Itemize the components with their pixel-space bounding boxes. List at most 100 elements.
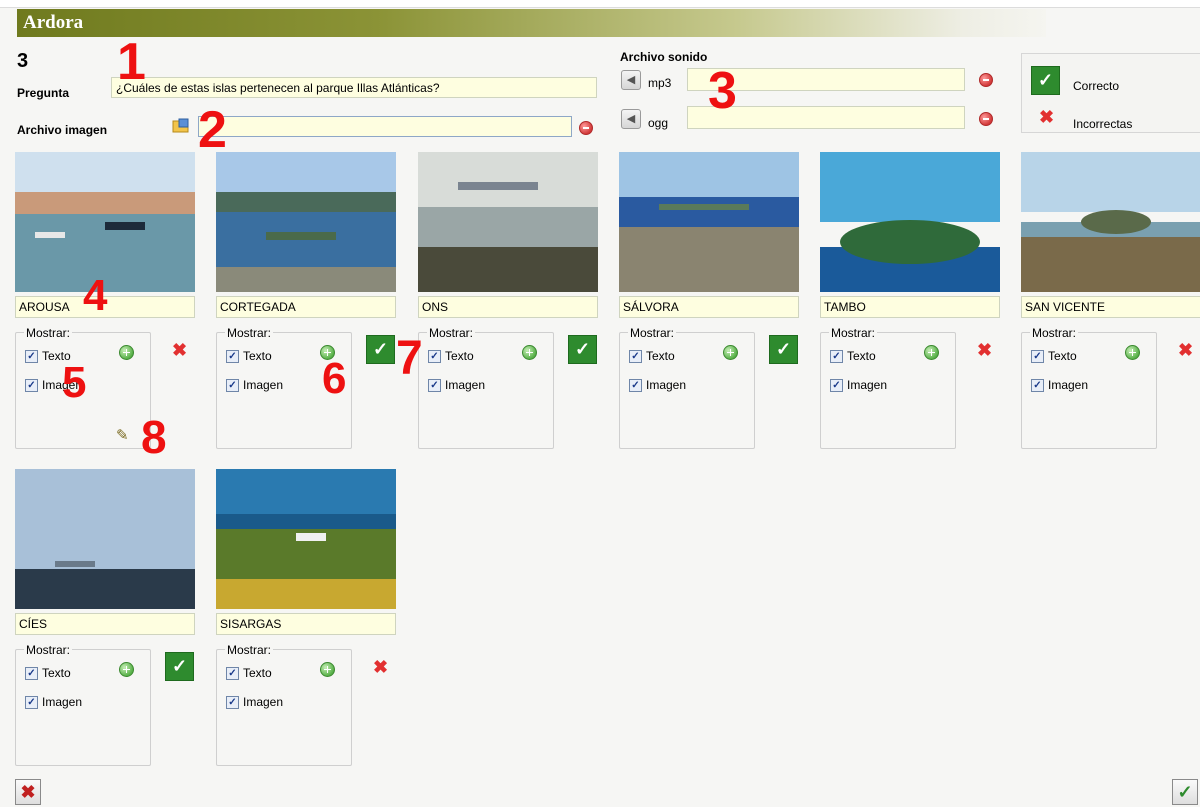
answer-status-toggle[interactable]: ✓ — [769, 335, 798, 364]
cross-icon[interactable]: ✖ — [1178, 341, 1193, 359]
check-icon[interactable]: ✓ — [366, 335, 395, 364]
show-image-option[interactable]: ✓ Imagen — [25, 695, 82, 709]
edit-pencil-icon[interactable]: ✎ — [116, 426, 129, 444]
show-image-checkbox[interactable]: ✓ — [25, 378, 38, 392]
answer-card: CÍES Mostrar: ✓ Texto ✓ Imagen ✓ — [15, 469, 197, 769]
show-text-checkbox[interactable]: ✓ — [226, 349, 239, 363]
answer-card: SÁLVORA Mostrar: ✓ Texto ✓ Imagen ✓ — [619, 152, 801, 452]
answer-status-toggle[interactable]: ✖ — [1171, 335, 1200, 364]
speaker-icon[interactable]: ◀ — [621, 109, 641, 129]
check-icon[interactable]: ✓ — [769, 335, 798, 364]
answer-name-input[interactable]: SISARGAS — [216, 613, 396, 635]
show-image-option[interactable]: ✓ Imagen — [629, 378, 686, 392]
cancel-button[interactable]: ✖ — [15, 779, 41, 805]
annotation-number: 7 — [396, 332, 423, 385]
island-photo[interactable] — [418, 152, 598, 292]
answer-name-input[interactable]: CORTEGADA — [216, 296, 396, 318]
show-image-checkbox[interactable]: ✓ — [226, 378, 239, 392]
show-image-label: Imagen — [847, 378, 888, 392]
show-options-legend: Mostrar: — [1030, 326, 1079, 340]
check-icon[interactable]: ✓ — [165, 652, 194, 681]
show-image-option[interactable]: ✓ Imagen — [1031, 378, 1088, 392]
remove-image-icon[interactable] — [579, 121, 593, 135]
speaker-icon[interactable]: ◀ — [621, 70, 641, 90]
show-text-checkbox[interactable]: ✓ — [226, 666, 239, 680]
island-photo[interactable] — [15, 469, 195, 609]
answer-status-toggle[interactable]: ✓ — [568, 335, 597, 364]
show-image-option[interactable]: ✓ Imagen — [830, 378, 887, 392]
show-text-checkbox[interactable]: ✓ — [25, 666, 38, 680]
show-image-checkbox[interactable]: ✓ — [1031, 378, 1044, 392]
add-icon[interactable] — [522, 345, 537, 360]
add-icon[interactable] — [320, 662, 335, 677]
show-image-checkbox[interactable]: ✓ — [428, 378, 441, 392]
image-file-input[interactable] — [198, 116, 572, 137]
remove-mp3-icon[interactable] — [979, 73, 993, 87]
check-icon[interactable]: ✓ — [568, 335, 597, 364]
answer-status-toggle[interactable]: ✖ — [165, 335, 194, 364]
add-icon[interactable] — [1125, 345, 1140, 360]
show-text-option[interactable]: ✓ Texto — [226, 666, 272, 680]
show-text-checkbox[interactable]: ✓ — [830, 349, 843, 363]
show-options-legend: Mostrar: — [628, 326, 677, 340]
show-text-checkbox[interactable]: ✓ — [25, 349, 38, 363]
island-photo[interactable] — [216, 152, 396, 292]
annotation-number: 1 — [117, 33, 146, 91]
show-text-checkbox[interactable]: ✓ — [1031, 349, 1044, 363]
accept-button[interactable]: ✓ — [1172, 779, 1198, 805]
image-file-label: Archivo imagen — [17, 123, 108, 137]
mp3-label: mp3 — [648, 76, 672, 90]
add-icon[interactable] — [119, 662, 134, 677]
answer-status-toggle[interactable]: ✓ — [165, 652, 194, 681]
island-photo[interactable] — [216, 469, 396, 609]
correct-label: Correcto — [1073, 79, 1120, 93]
show-image-checkbox[interactable]: ✓ — [629, 378, 642, 392]
show-text-option[interactable]: ✓ Texto — [226, 349, 272, 363]
add-icon[interactable] — [924, 345, 939, 360]
show-image-checkbox[interactable]: ✓ — [226, 695, 239, 709]
answer-name-input[interactable]: TAMBO — [820, 296, 1000, 318]
cross-icon[interactable]: ✖ — [172, 341, 187, 359]
island-photo[interactable] — [619, 152, 799, 292]
show-text-label: Texto — [646, 349, 675, 363]
answer-status-toggle[interactable]: ✓ — [366, 335, 395, 364]
cross-icon[interactable]: ✖ — [977, 341, 992, 359]
answer-name-input[interactable]: ONS — [418, 296, 598, 318]
remove-ogg-icon[interactable] — [979, 112, 993, 126]
show-image-option[interactable]: ✓ Imagen — [226, 378, 283, 392]
question-input[interactable]: ¿Cuáles de estas islas pertenecen al par… — [111, 77, 597, 98]
show-image-checkbox[interactable]: ✓ — [830, 378, 843, 392]
legend-panel: ✓ Correcto ✖ Incorrectas — [1021, 53, 1200, 133]
show-text-option[interactable]: ✓ Texto — [1031, 349, 1077, 363]
show-text-option[interactable]: ✓ Texto — [25, 666, 71, 680]
show-image-checkbox[interactable]: ✓ — [25, 695, 38, 709]
show-image-option[interactable]: ✓ Imagen — [226, 695, 283, 709]
show-text-label: Texto — [243, 666, 272, 680]
show-image-label: Imagen — [42, 695, 83, 709]
answer-status-toggle[interactable]: ✖ — [970, 335, 999, 364]
cross-icon: ✖ — [1039, 107, 1055, 127]
show-text-option[interactable]: ✓ Texto — [830, 349, 876, 363]
annotation-number: 2 — [198, 101, 227, 159]
show-text-option[interactable]: ✓ Texto — [428, 349, 474, 363]
island-photo[interactable] — [820, 152, 1000, 292]
open-folder-icon[interactable] — [172, 118, 190, 134]
add-icon[interactable] — [723, 345, 738, 360]
annotation-number: 3 — [708, 62, 737, 120]
show-options-legend: Mostrar: — [24, 643, 73, 657]
show-text-checkbox[interactable]: ✓ — [428, 349, 441, 363]
show-text-checkbox[interactable]: ✓ — [629, 349, 642, 363]
show-text-option[interactable]: ✓ Texto — [629, 349, 675, 363]
answer-name-input[interactable]: SAN VICENTE — [1021, 296, 1200, 318]
show-image-option[interactable]: ✓ Imagen — [428, 378, 485, 392]
show-text-label: Texto — [1048, 349, 1077, 363]
show-image-label: Imagen — [1048, 378, 1089, 392]
answer-status-toggle[interactable]: ✖ — [366, 652, 395, 681]
add-icon[interactable] — [119, 345, 134, 360]
show-options-legend: Mostrar: — [829, 326, 878, 340]
show-options-legend: Mostrar: — [24, 326, 73, 340]
cross-icon[interactable]: ✖ — [373, 658, 388, 676]
answer-name-input[interactable]: SÁLVORA — [619, 296, 799, 318]
island-photo[interactable] — [1021, 152, 1200, 292]
answer-name-input[interactable]: CÍES — [15, 613, 195, 635]
